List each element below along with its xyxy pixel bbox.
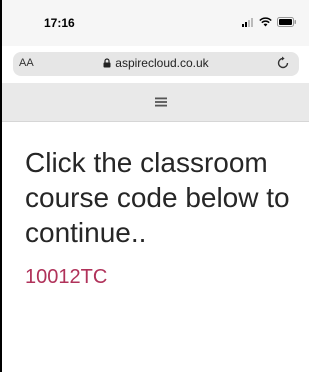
- url-text: aspirecloud.co.uk: [115, 56, 209, 70]
- url-display[interactable]: aspirecloud.co.uk: [13, 56, 299, 70]
- page-heading: Click the classroom course code below to…: [25, 147, 290, 248]
- site-menu-bar: [2, 83, 309, 122]
- address-bar[interactable]: AA aspirecloud.co.uk: [13, 52, 299, 76]
- lock-icon: [103, 58, 111, 68]
- hamburger-menu-icon[interactable]: [155, 97, 167, 107]
- left-frame-border: [0, 0, 2, 372]
- battery-icon: [277, 17, 296, 27]
- signal-icon: [242, 17, 253, 27]
- status-time: 17:16: [44, 16, 75, 30]
- reload-icon[interactable]: [275, 55, 291, 71]
- status-bar: 17:16: [2, 0, 309, 46]
- status-icons: [242, 14, 297, 30]
- course-code-link[interactable]: 10012TC: [25, 266, 107, 289]
- wifi-icon: [259, 17, 272, 27]
